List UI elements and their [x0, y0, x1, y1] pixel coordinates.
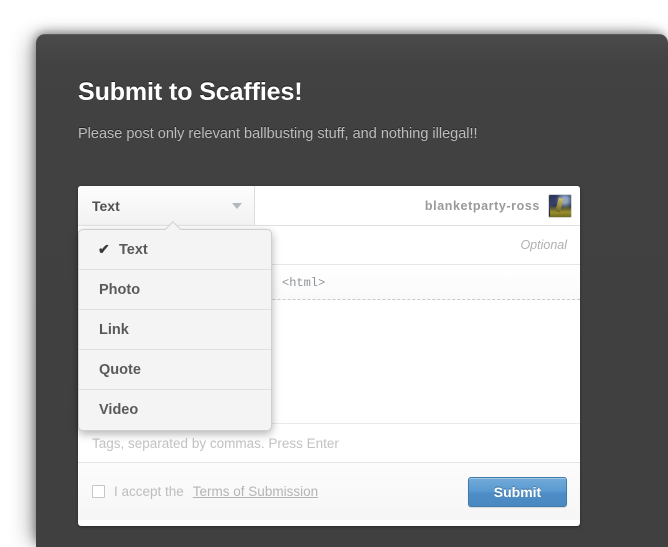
menu-item-photo[interactable]: Photo [79, 270, 271, 310]
menu-item-video[interactable]: Video [79, 390, 271, 430]
menu-item-text[interactable]: ✔ Text [79, 230, 271, 270]
terms-of-submission-link[interactable]: Terms of Submission [193, 484, 318, 499]
post-type-row: Text blanketparty-ross [78, 186, 580, 226]
menu-item-label: Quote [99, 361, 141, 378]
optional-hint-label: Optional [520, 238, 567, 252]
post-type-dropdown-menu: ✔ Text Photo Link Quote Video [78, 229, 272, 431]
html-source-icon[interactable]: <html> [276, 276, 331, 290]
menu-item-label: Photo [99, 281, 141, 298]
menu-item-quote[interactable]: Quote [79, 350, 271, 390]
dropdown-pointer-arrow [164, 221, 181, 230]
post-type-selected-label: Text [92, 197, 120, 214]
post-type-select[interactable]: Text [78, 186, 255, 225]
tags-placeholder: Tags, separated by commas. Press Enter [92, 435, 339, 451]
menu-item-link[interactable]: Link [79, 310, 271, 350]
menu-item-label: Link [99, 321, 129, 338]
menu-item-label: Video [99, 402, 139, 418]
avatar[interactable] [548, 193, 572, 218]
page-title: Submit to Scaffies! [78, 78, 303, 106]
chevron-down-icon [232, 202, 242, 209]
username-label: blanketparty-ross [424, 198, 540, 213]
accept-terms-checkbox[interactable] [92, 485, 105, 498]
accept-terms-group[interactable]: I accept the Terms of Submission [92, 484, 318, 499]
form-footer: I accept the Terms of Submission Submit [78, 463, 580, 520]
accept-terms-label: I accept the [114, 484, 184, 499]
check-icon: ✔ [98, 241, 110, 257]
submit-button[interactable]: Submit [468, 476, 567, 507]
menu-item-label: Text [119, 241, 148, 258]
page-subtitle: Please post only relevant ballbusting st… [78, 126, 478, 142]
account-area: blanketparty-ross [255, 186, 580, 225]
screen: Submit to Scaffies! Please post only rel… [0, 0, 668, 547]
